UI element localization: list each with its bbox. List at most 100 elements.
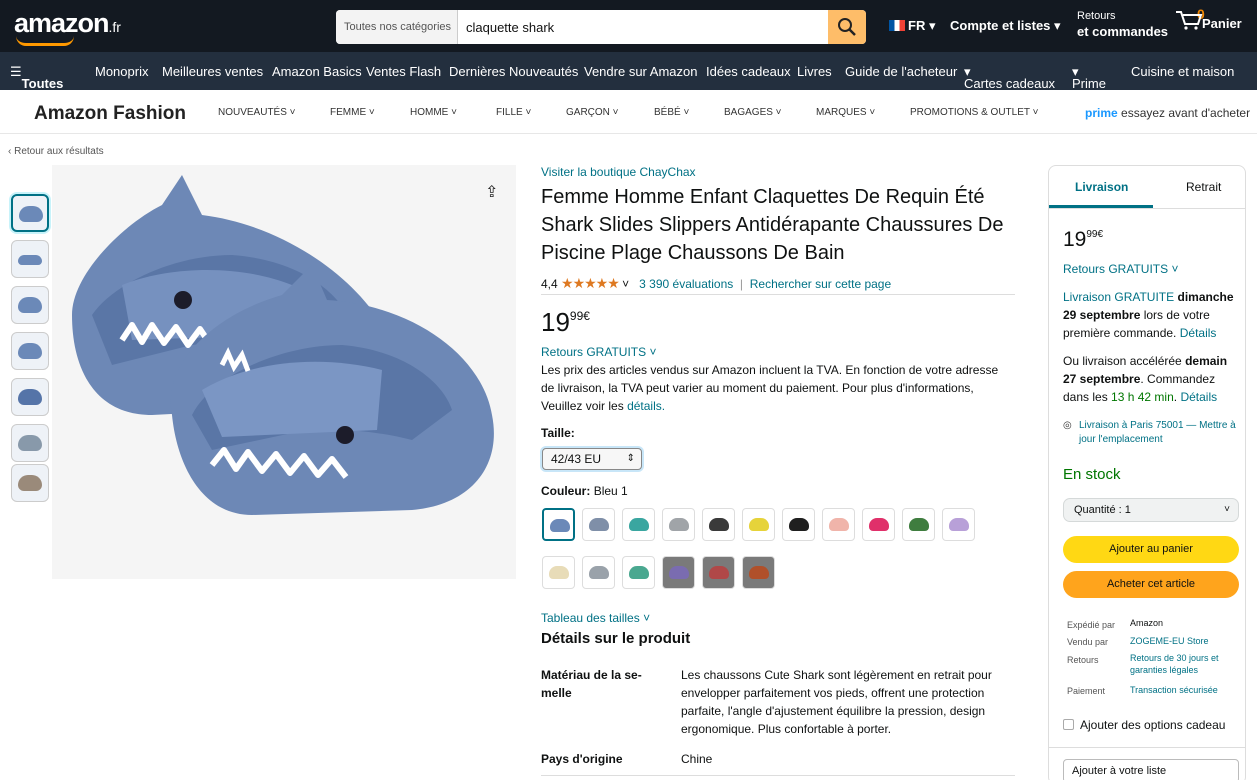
free-returns-label: Retours GRATUITS [541,345,647,359]
top-navbar: amazon.fr Toutes nos catégories ▾ FR ▾ C… [0,0,1257,52]
color-swatch[interactable] [862,508,895,541]
size-chart-link[interactable]: Tableau des tailles ˅ [541,611,650,625]
main-product-image[interactable] [52,165,516,579]
color-swatch[interactable] [542,556,575,589]
visit-store-link[interactable]: Visiter la boutique ChayChax [541,165,696,179]
reviews-link[interactable]: 3 390 évaluations [639,277,733,291]
search-button[interactable] [828,10,866,44]
add-to-cart-button[interactable]: Ajouter au panier [1063,536,1239,563]
share-icon[interactable]: ⇪ [485,182,498,202]
chevron-down-icon[interactable]: ˅ [622,277,629,291]
color-swatch[interactable] [662,556,695,589]
all-menu-button[interactable]: ☰ Toutes [10,64,63,91]
subnav-item-amazon-basics[interactable]: Amazon Basics [272,64,362,79]
subnav-item-gift-ideas[interactable]: Idées cadeaux [706,64,791,79]
rating-stars-icon[interactable]: ★★★★★ [561,275,620,291]
swatch-image [709,518,729,531]
fashion-nav-boy[interactable]: GARÇON ˅ [566,107,619,118]
color-swatch[interactable] [822,508,855,541]
buy-now-button[interactable]: Acheter cet article [1063,571,1239,598]
free-delivery-link[interactable]: Livraison GRATUITE [1063,290,1174,304]
color-swatch[interactable] [622,556,655,589]
subnav-item-flash-sales[interactable]: Ventes Flash [366,64,441,79]
size-dropdown[interactable]: 42/43 EU ⇕ [542,448,642,470]
color-swatch[interactable] [622,508,655,541]
color-swatch[interactable] [702,508,735,541]
quantity-dropdown[interactable]: Quantité : 1 ˅ [1063,498,1239,522]
color-swatch[interactable] [782,508,815,541]
swatch-image [549,566,569,579]
subnav-item-books[interactable]: Livres [797,64,832,79]
subnav-item-monoprix[interactable]: Monoprix [95,64,148,79]
add-to-list-button[interactable]: Ajouter à votre liste [1063,759,1239,780]
subnav-item-prime[interactable]: Prime ▾ [1072,64,1106,91]
returns-policy-link[interactable]: Retours de 30 jours et garanties légales [1130,652,1240,676]
subnav-item-gift-cards[interactable]: Cartes cadeaux ▾ [964,64,1055,91]
delivery-details-link[interactable]: Détails [1180,326,1217,340]
amazon-logo[interactable]: amazon.fr [14,8,121,39]
subnav-item-kitchen[interactable]: Cuisine et maison [1131,64,1234,79]
color-swatch[interactable] [742,508,775,541]
prime-try-before-buy[interactable]: prime essayez avant d'acheter [1085,106,1250,120]
subnav-item-sell[interactable]: Vendre sur Amazon [584,64,697,79]
subnav-item-new-releases[interactable]: Dernières Nouveautés [449,64,578,79]
fashion-nav-women[interactable]: FEMME ˅ [330,107,375,118]
buybox-free-returns-link[interactable]: Retours GRATUITS ˅ [1063,260,1238,278]
gift-options-row[interactable]: Ajouter des options cadeau [1063,718,1225,732]
vat-details-link[interactable]: détails. [627,399,665,413]
thumbnail-6[interactable] [11,424,49,462]
thumbnail-4[interactable] [11,332,49,370]
swatch-image [589,518,609,531]
sold-by-link[interactable]: ZOGEME-EU Store [1130,635,1240,647]
search-category-dropdown[interactable]: Toutes nos catégories ▾ [336,10,458,44]
back-to-results-link[interactable]: ‹ Retour aux résultats [8,146,104,157]
fashion-nav-promotions[interactable]: PROMOTIONS & OUTLET ˅ [910,107,1038,118]
logo-suffix: .fr [108,19,121,35]
fashion-nav-luggage[interactable]: BAGAGES ˅ [724,107,782,118]
color-swatch[interactable] [742,556,775,589]
search-page-link[interactable]: Rechercher sur cette page [750,277,891,291]
gift-options-checkbox[interactable] [1063,719,1074,730]
fashion-nav-new[interactable]: NOUVEAUTÉS ˅ [218,107,296,118]
color-swatch[interactable] [582,508,615,541]
thumbnail-7[interactable] [11,464,49,502]
subnav-item-best-sellers[interactable]: Meilleures ventes [162,64,263,79]
fashion-nav-brands[interactable]: MARQUES ˅ [816,107,875,118]
swatch-image [789,518,809,531]
color-swatch[interactable] [902,508,935,541]
search-input[interactable] [458,10,828,44]
fashion-title[interactable]: Amazon Fashion [34,103,186,125]
thumbnail-image [18,343,42,359]
color-swatch[interactable] [582,556,615,589]
tab-pickup[interactable]: Retrait [1186,180,1221,194]
buybox-price: 1999€ [1063,228,1103,252]
returns-orders-link[interactable]: Retours et commandes [1077,9,1168,39]
logo-text: amazon [14,8,110,38]
payment-link[interactable]: Transaction sécurisée [1130,684,1240,696]
chevron-down-icon: ˅ [1224,504,1230,515]
fast-details-link[interactable]: Détails [1180,390,1217,404]
delivery-location-link[interactable]: ◎ Livraison à Paris 75001 — Mettre à jour… [1063,419,1238,447]
rating-row: 4,4 ★★★★★ ˅ 3 390 évaluations | Recherch… [541,275,892,291]
fashion-nav-men[interactable]: HOMME ˅ [410,107,457,118]
color-swatch[interactable] [662,508,695,541]
sub-navbar: ☰ Toutes Monoprix Meilleures ventes Amaz… [0,52,1257,91]
product-details-title: Détails sur le produit [541,630,691,647]
color-swatch[interactable] [942,508,975,541]
language-selector[interactable]: FR ▾ [889,18,935,34]
thumbnail-2[interactable] [11,240,49,278]
thumbnail-5[interactable] [11,378,49,416]
fashion-nav-girl[interactable]: FILLE ˅ [496,107,531,118]
tab-delivery[interactable]: Livraison [1075,180,1128,194]
fashion-nav-label: BÉBÉ [654,107,681,118]
account-menu[interactable]: Compte et listes ▾ [950,18,1061,34]
thumbnail-3[interactable] [11,286,49,324]
free-returns-link[interactable]: Retours GRATUITS ˅ [541,345,656,359]
color-swatch[interactable] [542,508,575,541]
cart-button[interactable]: Panier [1176,11,1242,31]
color-swatch[interactable] [702,556,735,589]
subnav-item-buyer-guide[interactable]: Guide de l'acheteur [845,64,957,79]
thumbnail-1[interactable] [11,194,49,232]
fashion-nav-baby[interactable]: BÉBÉ ˅ [654,107,689,118]
buybox-price-whole: 19 [1063,228,1087,251]
